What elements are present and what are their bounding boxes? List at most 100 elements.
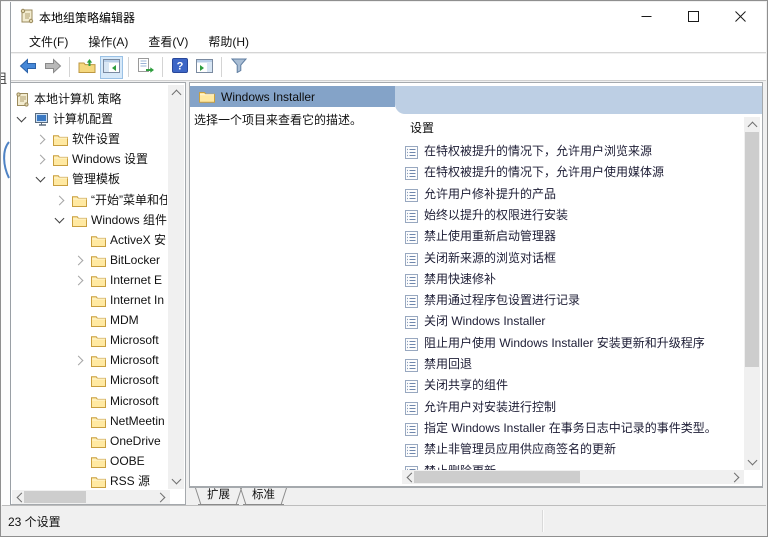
tree-item-label: 计算机配置 — [53, 109, 113, 129]
tree-item[interactable]: Microsoft — [12, 330, 167, 350]
back-button[interactable] — [16, 56, 39, 79]
tree-item[interactable]: OOBE — [12, 451, 167, 471]
help-button[interactable]: ? — [168, 56, 191, 79]
tree-item-label: Windows 组件 — [91, 210, 167, 230]
minimize-button[interactable] — [623, 2, 670, 31]
folder-icon — [91, 454, 106, 471]
show-console-tree-button[interactable] — [100, 56, 123, 79]
tree-item-label: Windows 设置 — [72, 149, 148, 169]
tree-expander-expanded-icon[interactable] — [17, 113, 27, 123]
tree-vertical-scrollbar[interactable] — [168, 85, 184, 489]
folder-icon — [91, 394, 106, 411]
gpedit-window: 阻 本地组策略编辑器 文件(F)操作(A)查看(V)帮助(H) ? 本地计算机 … — [0, 0, 768, 537]
setting-item[interactable]: 禁止使用重新启动管理器 — [190, 226, 744, 247]
setting-item-label: 禁用回退 — [424, 354, 472, 375]
tree-expander-collapsed-icon[interactable] — [74, 275, 84, 285]
settings-list: 在特权被提升的情况下，允许用户浏览来源在特权被提升的情况下，允许用户使用媒体源允… — [190, 83, 763, 470]
setting-item[interactable]: 关闭新来源的浏览对话框 — [190, 248, 744, 269]
tree-item[interactable]: RSS 源 — [12, 471, 167, 491]
list-vertical-scrollbar[interactable] — [744, 117, 760, 470]
tree-item-label: 软件设置 — [72, 129, 120, 149]
tab-standard[interactable]: 标准 — [243, 488, 284, 505]
tree-item[interactable]: MDM — [12, 310, 167, 330]
tab-extended[interactable]: 扩展 — [198, 488, 239, 505]
tree-item[interactable]: Internet In — [12, 290, 167, 310]
tree-item[interactable]: Microsoft — [12, 350, 167, 370]
tree-item[interactable]: BitLocker — [12, 250, 167, 270]
tree-item-label: BitLocker — [110, 250, 160, 270]
export-list-button[interactable] — [134, 56, 157, 79]
tree-item[interactable]: 软件设置 — [12, 129, 167, 149]
setting-item[interactable]: 禁用回退 — [190, 354, 744, 375]
tree-expander-collapsed-icon[interactable] — [36, 155, 46, 165]
tree-item-label: ActiveX 安 — [110, 230, 166, 250]
tree-item[interactable]: OneDrive — [12, 431, 167, 451]
tree-item[interactable]: 本地计算机 策略 — [12, 89, 167, 109]
scroll-right-icon[interactable] — [156, 493, 166, 503]
scroll-up-icon[interactable] — [748, 122, 758, 132]
setting-item[interactable]: 禁止删除更新 — [190, 461, 744, 471]
scrollbar-thumb[interactable] — [745, 132, 759, 367]
setting-item[interactable]: 允许用户对安装进行控制 — [190, 397, 744, 418]
tree-expander-collapsed-icon[interactable] — [55, 195, 65, 205]
tree-expander-collapsed-icon[interactable] — [74, 356, 84, 366]
setting-item[interactable]: 关闭共享的组件 — [190, 375, 744, 396]
list-horizontal-scrollbar[interactable] — [402, 470, 744, 484]
setting-item[interactable]: 关闭 Windows Installer — [190, 311, 744, 332]
setting-icon — [405, 145, 418, 162]
setting-item[interactable]: 指定 Windows Installer 在事务日志中记录的事件类型。 — [190, 418, 744, 439]
setting-item[interactable]: 允许用户修补提升的产品 — [190, 184, 744, 205]
tree-item[interactable]: Windows 组件 — [12, 210, 167, 230]
tree-item[interactable]: 计算机配置 — [12, 109, 167, 129]
scrollbar-thumb[interactable] — [414, 471, 580, 483]
tree-item[interactable]: Microsoft — [12, 391, 167, 411]
tree-item[interactable]: Microsoft — [12, 370, 167, 390]
forward-icon — [44, 58, 62, 77]
setting-item-label: 在特权被提升的情况下，允许用户浏览来源 — [424, 141, 652, 162]
scroll-right-icon[interactable] — [730, 473, 740, 483]
tree-horizontal-scrollbar[interactable] — [12, 490, 170, 504]
tree-expander-collapsed-icon[interactable] — [36, 135, 46, 145]
setting-item[interactable]: 禁止非管理员应用供应商签名的更新 — [190, 439, 744, 460]
maximize-button[interactable] — [670, 2, 717, 31]
setting-item[interactable]: 在特权被提升的情况下，允许用户使用媒体源 — [190, 162, 744, 183]
scroll-up-icon[interactable] — [172, 90, 182, 100]
setting-item[interactable]: 在特权被提升的情况下，允许用户浏览来源 — [190, 141, 744, 162]
toolbar-separator — [128, 57, 129, 77]
filter-button[interactable] — [227, 56, 250, 79]
help-icon: ? — [172, 58, 188, 76]
tree-item-label: RSS 源 — [110, 471, 150, 491]
tree-item[interactable]: 管理模板 — [12, 169, 167, 189]
show-action-pane-button[interactable] — [193, 56, 216, 79]
setting-item[interactable]: 阻止用户使用 Windows Installer 安装更新和升级程序 — [190, 333, 744, 354]
tree-item[interactable]: Windows 设置 — [12, 149, 167, 169]
tree-item[interactable]: “开始”菜单和任 — [12, 190, 167, 210]
setting-item-label: 禁用快速修补 — [424, 269, 496, 290]
setting-icon — [405, 379, 418, 396]
setting-icon — [405, 273, 418, 290]
setting-item[interactable]: 始终以提升的权限进行安装 — [190, 205, 744, 226]
menu-action[interactable]: 操作(A) — [78, 31, 138, 52]
setting-item-label: 禁止使用重新启动管理器 — [424, 226, 556, 247]
menu-help[interactable]: 帮助(H) — [198, 31, 259, 52]
scroll-down-icon[interactable] — [748, 456, 758, 466]
setting-icon — [405, 188, 418, 205]
forward-button[interactable] — [41, 56, 64, 79]
setting-icon — [405, 358, 418, 375]
scrollbar-thumb[interactable] — [24, 491, 86, 503]
tree-expander-expanded-icon[interactable] — [55, 213, 65, 223]
menu-file[interactable]: 文件(F) — [19, 31, 78, 52]
tree-item[interactable]: ActiveX 安 — [12, 230, 167, 250]
menu-view[interactable]: 查看(V) — [138, 31, 198, 52]
close-button[interactable] — [717, 2, 764, 31]
tree-expander-collapsed-icon[interactable] — [74, 255, 84, 265]
scroll-down-icon[interactable] — [172, 475, 182, 485]
setting-item[interactable]: 禁用通过程序包设置进行记录 — [190, 290, 744, 311]
tree-item-label: 本地计算机 策略 — [34, 89, 121, 109]
tree-expander-expanded-icon[interactable] — [36, 173, 46, 183]
tree-item-label: OneDrive — [110, 431, 161, 451]
tree-item[interactable]: Internet E — [12, 270, 167, 290]
setting-item[interactable]: 禁用快速修补 — [190, 269, 744, 290]
tree-item[interactable]: NetMeetin — [12, 411, 167, 431]
up-one-level-button[interactable] — [75, 56, 98, 79]
